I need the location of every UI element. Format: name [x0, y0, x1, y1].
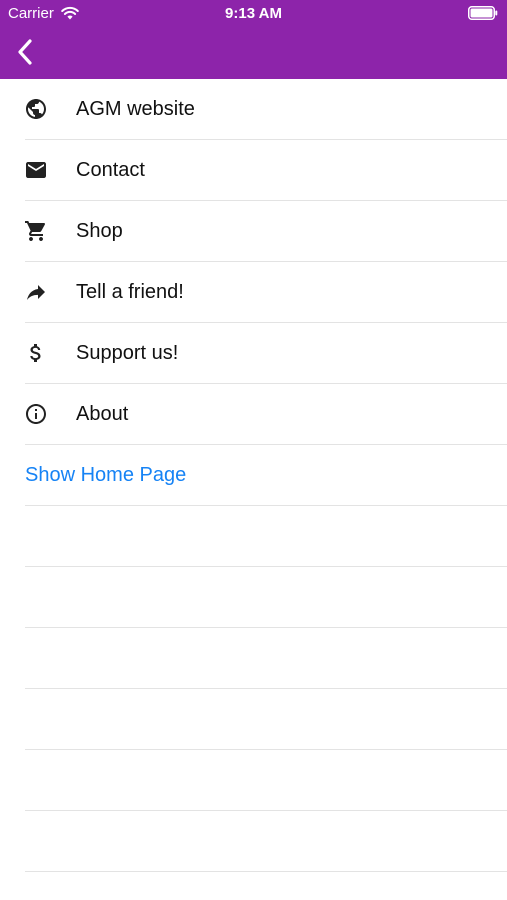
empty-row	[0, 689, 507, 750]
menu-item-about[interactable]: About	[0, 384, 507, 445]
menu-item-shop[interactable]: Shop	[0, 201, 507, 262]
back-button[interactable]	[6, 32, 46, 72]
mail-icon	[26, 162, 46, 178]
menu-item-tell-a-friend[interactable]: Tell a friend!	[0, 262, 507, 323]
chevron-left-icon	[18, 39, 32, 65]
menu-item-label: Shop	[76, 220, 123, 242]
info-icon	[26, 404, 46, 424]
menu-list: AGM website Contact Shop Tell a friend!	[0, 79, 507, 872]
menu-item-label: About	[76, 403, 129, 425]
empty-row	[0, 567, 507, 628]
menu-item-label: AGM website	[76, 98, 195, 120]
app-screen: Carrier 9:13 AM AGM website Contact Shop…	[0, 0, 507, 900]
navigation-bar: Carrier 9:13 AM	[0, 0, 507, 79]
empty-row	[0, 506, 507, 567]
dollar-icon	[30, 344, 41, 362]
cart-icon	[25, 221, 46, 241]
menu-item-contact[interactable]: Contact	[0, 140, 507, 201]
clock-time: 9:13 AM	[225, 5, 282, 22]
empty-row	[0, 811, 507, 872]
empty-row	[0, 750, 507, 811]
menu-item-label: Tell a friend!	[76, 281, 184, 303]
show-home-page-link[interactable]: Show Home Page	[0, 445, 507, 506]
show-home-page-label: Show Home Page	[25, 464, 187, 486]
status-bar: Carrier 9:13 AM	[0, 0, 507, 28]
battery-icon	[468, 6, 498, 20]
share-arrow-icon	[27, 285, 45, 300]
menu-item-label: Support us!	[76, 342, 179, 364]
menu-item-agm-website[interactable]: AGM website	[0, 79, 507, 140]
globe-icon	[26, 99, 46, 119]
empty-row	[0, 628, 507, 689]
menu-item-label: Contact	[76, 159, 145, 181]
menu-item-support-us[interactable]: Support us!	[0, 323, 507, 384]
